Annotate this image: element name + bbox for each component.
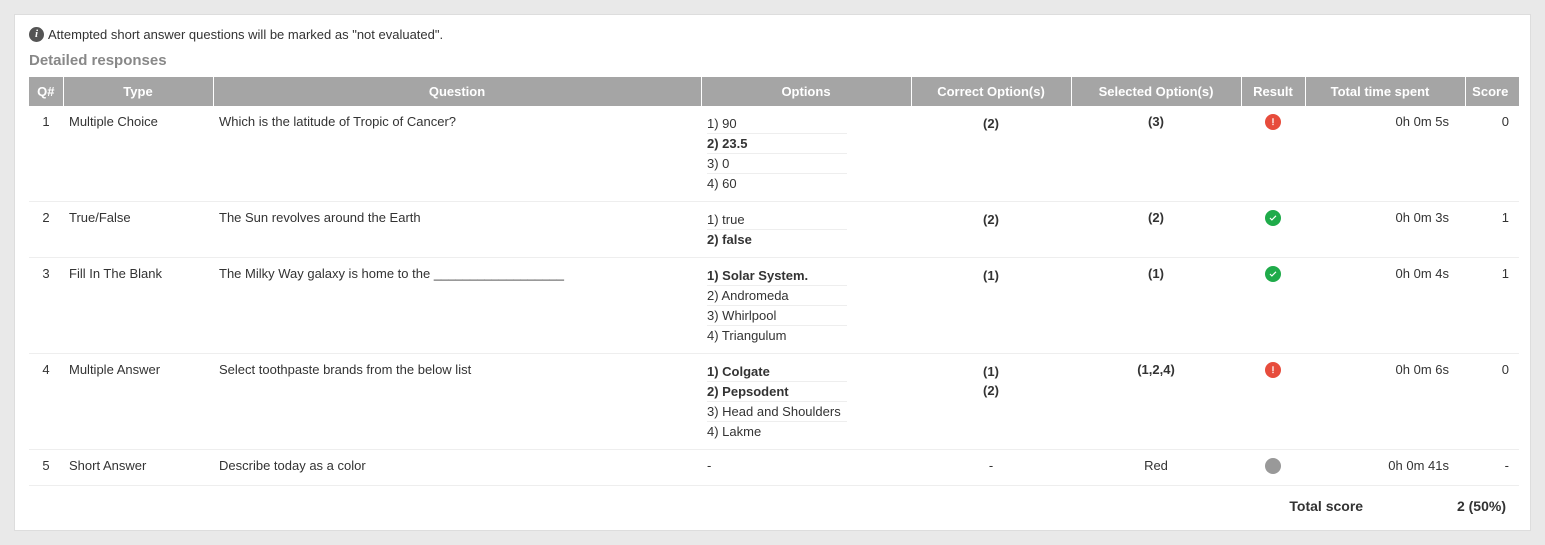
table-row: 1Multiple ChoiceWhich is the latitude of… <box>29 106 1519 202</box>
table-row: 3Fill In The BlankThe Milky Way galaxy i… <box>29 258 1519 354</box>
header-qnum: Q# <box>29 77 63 106</box>
cell-selected: (1,2,4) <box>1071 354 1241 450</box>
cell-time: 0h 0m 3s <box>1305 202 1465 258</box>
cell-question: The Sun revolves around the Earth <box>213 202 701 258</box>
cell-correct: (1) <box>911 258 1071 354</box>
info-icon: i <box>29 27 44 42</box>
result-incorrect-icon <box>1265 362 1281 378</box>
cell-time: 0h 0m 6s <box>1305 354 1465 450</box>
cell-score: 0 <box>1465 106 1519 202</box>
correct-value: (2) <box>917 381 1065 400</box>
cell-options: - <box>701 450 911 486</box>
total-row: Total score 2 (50%) <box>29 486 1516 516</box>
notice-text: Attempted short answer questions will be… <box>48 27 443 42</box>
cell-result <box>1241 450 1305 486</box>
cell-score: 1 <box>1465 258 1519 354</box>
cell-type: Multiple Choice <box>63 106 213 202</box>
option-line: 1) Colgate <box>707 362 847 382</box>
option-line: 3) 0 <box>707 154 847 174</box>
table-header: Q# Type Question Options Correct Option(… <box>29 77 1519 106</box>
option-line: 1) 90 <box>707 114 847 134</box>
correct-value: (1) <box>917 362 1065 381</box>
result-correct-icon <box>1265 266 1281 282</box>
cell-qnum: 2 <box>29 202 63 258</box>
cell-question: The Milky Way galaxy is home to the ____… <box>213 258 701 354</box>
table-row: 4Multiple AnswerSelect toothpaste brands… <box>29 354 1519 450</box>
option-line: 4) 60 <box>707 174 847 193</box>
total-label: Total score <box>1289 498 1363 514</box>
cell-result <box>1241 258 1305 354</box>
section-title: Detailed responses <box>29 52 1516 69</box>
cell-time: 0h 0m 5s <box>1305 106 1465 202</box>
cell-type: Multiple Answer <box>63 354 213 450</box>
notice-line: i Attempted short answer questions will … <box>29 27 1516 42</box>
cell-options: 1) Colgate2) Pepsodent3) Head and Should… <box>701 354 911 450</box>
result-incorrect-icon <box>1265 114 1281 130</box>
cell-score: - <box>1465 450 1519 486</box>
correct-value: (2) <box>917 210 1065 229</box>
option-line: 3) Whirlpool <box>707 306 847 326</box>
header-question: Question <box>213 77 701 106</box>
option-line: 2) 23.5 <box>707 134 847 154</box>
cell-correct: - <box>911 450 1071 486</box>
correct-value: (1) <box>917 266 1065 285</box>
cell-qnum: 3 <box>29 258 63 354</box>
cell-options: 1) true2) false <box>701 202 911 258</box>
cell-qnum: 1 <box>29 106 63 202</box>
total-value: 2 (50%) <box>1457 498 1506 514</box>
correct-value: (2) <box>917 114 1065 133</box>
header-selected: Selected Option(s) <box>1071 77 1241 106</box>
header-options: Options <box>701 77 911 106</box>
cell-correct: (2) <box>911 106 1071 202</box>
table-body: 1Multiple ChoiceWhich is the latitude of… <box>29 106 1519 486</box>
cell-result <box>1241 106 1305 202</box>
cell-score: 0 <box>1465 354 1519 450</box>
cell-time: 0h 0m 41s <box>1305 450 1465 486</box>
table-row: 2True/FalseThe Sun revolves around the E… <box>29 202 1519 258</box>
option-line: 3) Head and Shoulders <box>707 402 847 422</box>
cell-qnum: 5 <box>29 450 63 486</box>
cell-time: 0h 0m 4s <box>1305 258 1465 354</box>
header-result: Result <box>1241 77 1305 106</box>
result-correct-icon <box>1265 210 1281 226</box>
cell-score: 1 <box>1465 202 1519 258</box>
cell-options: 1) Solar System.2) Andromeda3) Whirlpool… <box>701 258 911 354</box>
header-time: Total time spent <box>1305 77 1465 106</box>
cell-type: Short Answer <box>63 450 213 486</box>
option-line: 2) false <box>707 230 847 249</box>
result-neutral-icon <box>1265 458 1281 474</box>
cell-question: Which is the latitude of Tropic of Cance… <box>213 106 701 202</box>
cell-correct: (2) <box>911 202 1071 258</box>
cell-question: Select toothpaste brands from the below … <box>213 354 701 450</box>
cell-options: 1) 902) 23.53) 04) 60 <box>701 106 911 202</box>
option-line: 4) Triangulum <box>707 326 847 345</box>
cell-question: Describe today as a color <box>213 450 701 486</box>
option-line: 1) Solar System. <box>707 266 847 286</box>
option-line: 4) Lakme <box>707 422 847 441</box>
option-line: 1) true <box>707 210 847 230</box>
cell-selected: (2) <box>1071 202 1241 258</box>
cell-qnum: 4 <box>29 354 63 450</box>
cell-type: Fill In The Blank <box>63 258 213 354</box>
cell-selected: (3) <box>1071 106 1241 202</box>
option-line: 2) Andromeda <box>707 286 847 306</box>
responses-panel: i Attempted short answer questions will … <box>14 14 1531 531</box>
cell-type: True/False <box>63 202 213 258</box>
header-score: Score <box>1465 77 1519 106</box>
header-type: Type <box>63 77 213 106</box>
cell-correct: (1)(2) <box>911 354 1071 450</box>
cell-result <box>1241 354 1305 450</box>
cell-selected: (1) <box>1071 258 1241 354</box>
option-line: 2) Pepsodent <box>707 382 847 402</box>
cell-result <box>1241 202 1305 258</box>
table-row: 5Short AnswerDescribe today as a color--… <box>29 450 1519 486</box>
responses-table: Q# Type Question Options Correct Option(… <box>29 77 1519 486</box>
cell-selected: Red <box>1071 450 1241 486</box>
header-correct: Correct Option(s) <box>911 77 1071 106</box>
